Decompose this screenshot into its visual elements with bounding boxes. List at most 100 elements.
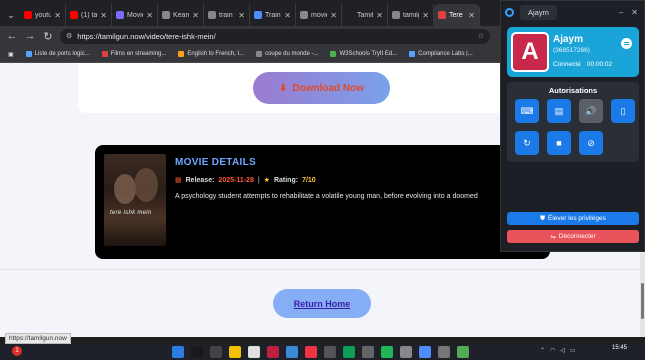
app-icon[interactable] — [419, 346, 431, 358]
app-icon[interactable] — [248, 346, 260, 358]
reload-icon[interactable]: ↻ — [42, 30, 54, 43]
site-info-icon[interactable]: ⚙ — [66, 32, 72, 40]
return-home-button[interactable]: Return Home — [273, 289, 371, 318]
bookmark-star-icon[interactable]: ☆ — [478, 32, 484, 40]
bookmark-label: Films en streaming... — [110, 51, 167, 57]
tab-label: (1) tam — [81, 11, 98, 19]
clipboard-icon[interactable]: ▤ — [547, 99, 571, 123]
tab-close-icon[interactable]: ✕ — [100, 11, 107, 20]
browser-tab[interactable]: MovieB✕ — [112, 4, 158, 26]
file-icon[interactable]: ▯ — [611, 99, 635, 123]
tab-close-icon[interactable]: ✕ — [146, 11, 153, 20]
session-tab[interactable]: Ajaym — [520, 4, 557, 20]
tab-search-icon[interactable]: ⌄ — [2, 4, 20, 26]
speaker-icon[interactable]: 🔊 — [579, 99, 603, 123]
browser-tab[interactable]: tamilg✕ — [388, 4, 434, 26]
disconnect-button[interactable]: ⇋ Déconnecter — [507, 230, 639, 243]
tab-favicon-icon — [254, 11, 262, 19]
forward-icon[interactable]: → — [24, 30, 36, 42]
search-icon[interactable] — [191, 346, 203, 358]
session-timer: 00:00:02 — [586, 61, 613, 68]
scrollbar-thumb[interactable] — [641, 283, 644, 319]
bookmark-label: Liste de ports logic... — [34, 51, 90, 57]
movie-poster[interactable]: tere ishk mein — [104, 154, 166, 246]
tab-close-icon[interactable]: ✕ — [54, 11, 61, 20]
meta-separator: | — [257, 176, 260, 184]
spotify-icon[interactable] — [381, 346, 393, 358]
tab-close-icon[interactable]: ✕ — [284, 11, 291, 20]
file-explorer-icon[interactable] — [229, 346, 241, 358]
bookmark-item[interactable]: W3Schools TryIt Ed... — [330, 51, 397, 57]
taskbar-clock[interactable]: 15:45 — [612, 345, 627, 352]
app-icon[interactable] — [438, 346, 450, 358]
download-now-button[interactable]: ⬇ Download Now — [253, 72, 390, 104]
app-icon[interactable] — [324, 346, 336, 358]
bookmarks-toggle-icon[interactable]: ▣ — [8, 51, 14, 58]
tab-label: MovieB — [127, 11, 143, 19]
task-view-icon[interactable] — [210, 346, 222, 358]
close-icon[interactable]: ✕ — [631, 8, 638, 17]
bookmark-label: W3Schools TryIt Ed... — [339, 51, 398, 57]
bookmark-favicon-icon — [330, 51, 337, 57]
browser-tab[interactable]: Tamil ✕ — [342, 4, 388, 26]
start-icon[interactable] — [172, 346, 184, 358]
browser-tab[interactable]: train s✕ — [204, 4, 250, 26]
tab-label: Tamil — [357, 11, 374, 19]
camera-icon[interactable]: ■ — [547, 131, 571, 155]
shield-icon: ⛊ — [540, 214, 546, 222]
keyboard-icon[interactable]: ⌨ — [515, 99, 539, 123]
link-status-url: https://tamilgun.now — [5, 333, 71, 344]
app-icon[interactable] — [362, 346, 374, 358]
app-icon[interactable] — [457, 346, 469, 358]
browser-tab[interactable]: (1) tam✕ — [66, 4, 112, 26]
block-icon[interactable]: ⊘ — [579, 131, 603, 155]
tab-label: movie — [311, 11, 327, 19]
bookmark-favicon-icon — [25, 51, 32, 57]
url-input[interactable]: ⚙ https://tamilgun.now/video/tere-ishk-m… — [60, 28, 490, 44]
minimize-icon[interactable]: – — [619, 8, 623, 17]
browser-tab[interactable]: Train S✕ — [250, 4, 296, 26]
app-logo-icon — [505, 7, 514, 17]
wifi-icon[interactable]: ◠ — [550, 347, 555, 354]
restart-icon[interactable]: ↻ — [515, 131, 539, 155]
movie-description: A psychology student attempts to rehabil… — [175, 193, 478, 200]
tab-favicon-icon — [300, 11, 308, 19]
tab-favicon-icon — [208, 11, 216, 19]
release-date: 2025-11-28 — [218, 176, 254, 184]
permissions-box: Autorisations ⌨ ▤ 🔊 ▯ ↻ ■ ⊘ — [507, 82, 639, 162]
tab-close-icon[interactable]: ✕ — [468, 11, 475, 20]
volume-icon[interactable]: ◁ — [560, 347, 565, 354]
app-icon[interactable] — [400, 346, 412, 358]
bookmark-item[interactable]: Films en streaming... — [101, 51, 167, 57]
app-icon[interactable] — [305, 346, 317, 358]
tab-close-icon[interactable]: ✕ — [192, 11, 199, 20]
browser-tab[interactable]: youtu ✕ — [20, 4, 66, 26]
chat-icon[interactable] — [621, 38, 632, 49]
tab-close-icon[interactable]: ✕ — [422, 11, 429, 20]
browser-tab[interactable]: Tere Is✕ — [434, 4, 480, 26]
elevate-privileges-button[interactable]: ⛊ Élever les privilèges — [507, 212, 639, 225]
battery-icon[interactable]: ▭ — [570, 347, 576, 354]
bookmark-item[interactable]: English to French, I... — [178, 51, 244, 57]
tab-label: tamilg — [403, 11, 419, 19]
bookmark-item[interactable]: Compliance Labs |... — [409, 51, 473, 57]
notification-badge[interactable]: 1 — [12, 346, 22, 356]
tab-close-icon[interactable]: ✕ — [238, 11, 245, 20]
back-icon[interactable]: ← — [6, 30, 18, 42]
bookmark-item[interactable]: coupe du monde -... — [256, 51, 318, 57]
calendar-icon: ▦ — [175, 177, 182, 184]
bookmarks-bar: ▣ Liste de ports logic... Films en stream… — [0, 46, 500, 63]
tab-close-icon[interactable]: ✕ — [330, 11, 337, 20]
app-icon[interactable] — [343, 346, 355, 358]
bookmark-item[interactable]: Liste de ports logic... — [25, 51, 90, 57]
tab-close-icon[interactable]: ✕ — [376, 11, 383, 20]
user-card: A Ajaym (368517266) Connecté 00:00:02 — [507, 27, 639, 77]
chevron-up-icon[interactable]: ⌃ — [540, 347, 545, 354]
tab-label: youtu — [35, 11, 52, 19]
app-icon[interactable] — [286, 346, 298, 358]
app-icon[interactable] — [267, 346, 279, 358]
tab-favicon-icon — [162, 11, 170, 19]
browser-tab[interactable]: movie✕ — [296, 4, 342, 26]
release-label: Release: — [185, 176, 215, 184]
browser-tab[interactable]: Keanu✕ — [158, 4, 204, 26]
